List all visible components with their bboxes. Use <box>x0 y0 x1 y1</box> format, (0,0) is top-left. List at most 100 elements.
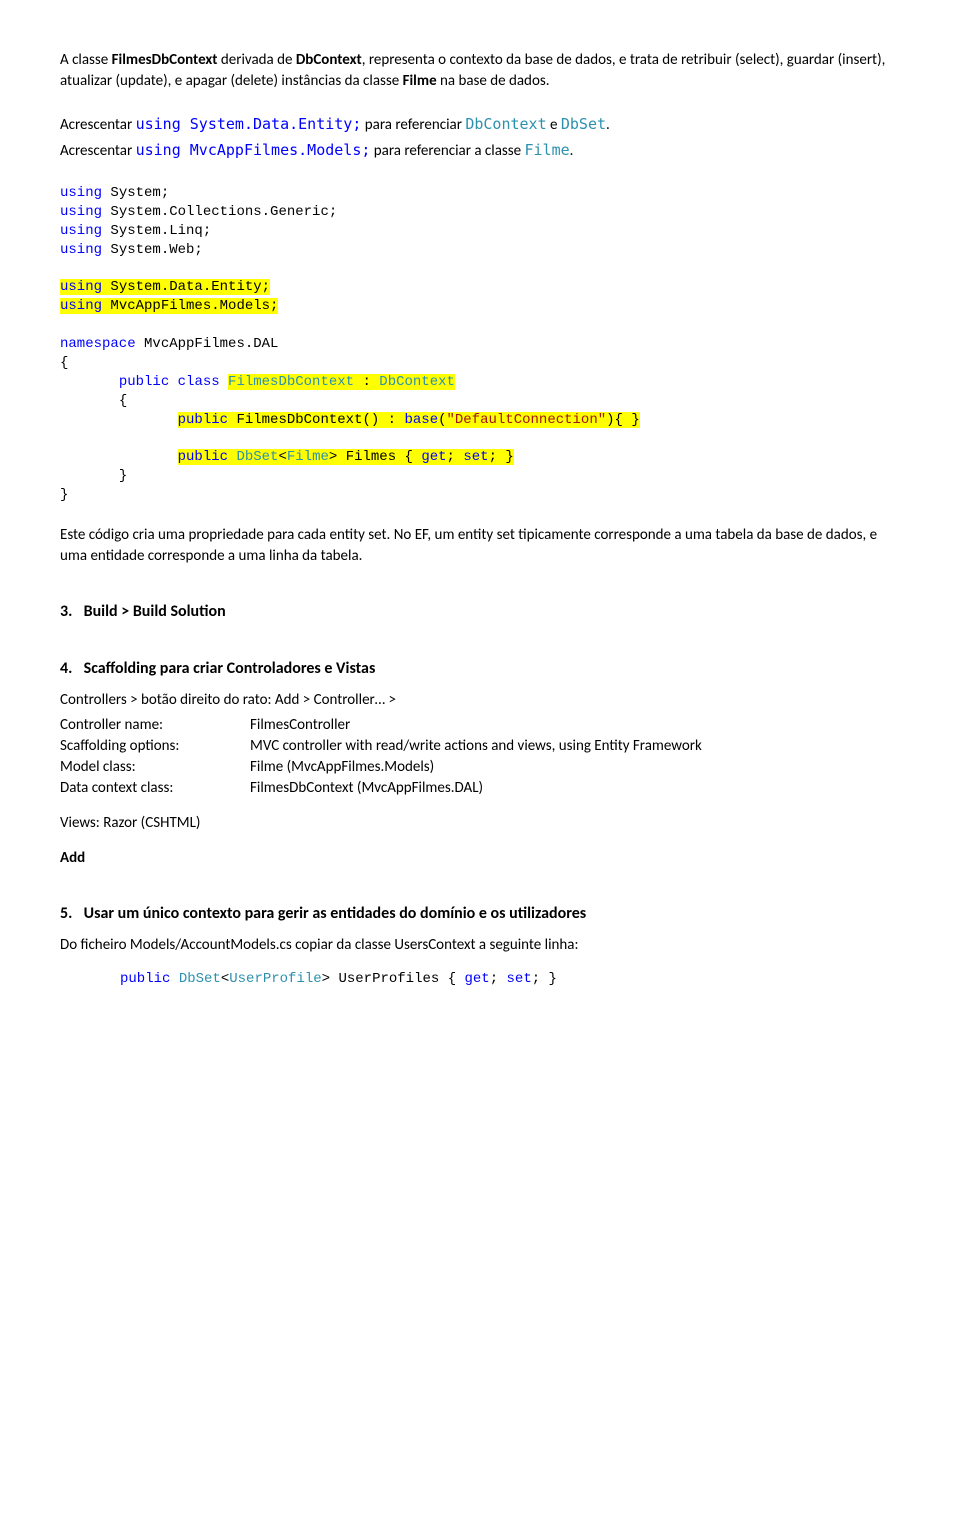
code-text: < <box>221 971 229 987</box>
intro-text: derivada de <box>217 51 295 69</box>
code-inline-type: DbSet <box>561 115 606 133</box>
kw-get: get <box>465 971 490 987</box>
after-code-paragraph: Este código cria uma propriedade para ca… <box>60 525 900 567</box>
code-text <box>170 971 178 987</box>
code-text: ( <box>438 412 446 428</box>
note-text: . <box>570 142 574 160</box>
kw-class: class <box>169 374 228 390</box>
section-number: 3. <box>60 601 80 623</box>
kw-base: base <box>404 412 438 428</box>
code-inline: using System.Data.Entity; <box>136 115 362 133</box>
code-text: System; <box>102 185 169 201</box>
code-text: < <box>278 449 286 465</box>
type-dbset: DbSet <box>236 449 278 465</box>
filmesdbcontext-name: FilmesDbContext <box>112 51 218 69</box>
code-block-userprofiles: public DbSet<UserProfile> UserProfiles {… <box>60 970 900 989</box>
type-filme: Filme <box>287 449 329 465</box>
code-inline-kw: using System.Data.Entity; <box>136 115 362 133</box>
kw-public: public <box>178 449 228 465</box>
table-row: Model class: Filme (MvcAppFilmes.Models) <box>60 757 900 778</box>
dbcontext-name: DbContext <box>296 51 362 69</box>
note-text: Acrescentar <box>60 142 136 160</box>
section-4-line1: Controllers > botão direito do rato: Add… <box>60 690 900 711</box>
code-text: ; } <box>532 971 557 987</box>
code-text: ; <box>490 971 507 987</box>
field-value: MVC controller with read/write actions a… <box>250 736 900 757</box>
intro-text: A classe <box>60 51 112 69</box>
code-text: System.Collections.Generic; <box>102 204 337 220</box>
type-userprofile: UserProfile <box>229 971 321 987</box>
kw-using: using <box>60 242 102 258</box>
highlight-classdecl: FilmesDbContext : DbContext <box>228 374 455 390</box>
field-value: FilmesController <box>250 715 900 736</box>
code-text: System.Linq; <box>102 223 211 239</box>
brace-open: { <box>119 393 127 409</box>
kw-using: using <box>60 223 102 239</box>
note-using-entity: Acrescentar using System.Data.Entity; pa… <box>60 114 900 136</box>
section-4-heading: 4. Scaffolding para criar Controladores … <box>60 658 900 680</box>
field-value: Filme (MvcAppFilmes.Models) <box>250 757 900 778</box>
filme-name: Filme <box>403 72 437 90</box>
note-text: para referenciar a classe <box>370 142 524 160</box>
note-text: . <box>606 116 610 134</box>
section-title: Scaffolding para criar Controladores e V… <box>84 659 376 678</box>
code-text: FilmesDbContext() : <box>228 412 404 428</box>
note-text: Acrescentar <box>60 116 136 134</box>
field-value: FilmesDbContext (MvcAppFilmes.DAL) <box>250 778 900 799</box>
note-text: para referenciar <box>361 116 465 134</box>
section-title: Build > Build Solution <box>84 602 226 621</box>
highlight-using-entity: using System.Data.Entity; <box>60 279 270 295</box>
table-row: Data context class: FilmesDbContext (Mvc… <box>60 778 900 799</box>
highlight-ctor: public FilmesDbContext() : base("Default… <box>178 412 640 428</box>
code-text: System.Data.Entity; <box>102 279 270 295</box>
string-literal: "DefaultConnection" <box>447 412 607 428</box>
field-label: Controller name: <box>60 715 250 736</box>
section-number: 4. <box>60 658 80 680</box>
kw-set: set <box>507 971 532 987</box>
intro-paragraph: A classe FilmesDbContext derivada de DbC… <box>60 50 900 92</box>
table-row: Controller name: FilmesController <box>60 715 900 736</box>
kw-get: get <box>421 449 446 465</box>
code-text: ; } <box>489 449 514 465</box>
kw-using: using <box>60 204 102 220</box>
highlight-dbset-prop: public DbSet<Filme> Filmes { get; set; } <box>178 449 514 465</box>
add-action: Add <box>60 848 900 869</box>
code-text: System.Web; <box>102 242 203 258</box>
kw-namespace: namespace <box>60 336 136 352</box>
code-inline: using MvcAppFilmes.Models; <box>136 141 371 159</box>
brace-open: { <box>60 355 68 371</box>
field-label: Scaffolding options: <box>60 736 250 757</box>
code-text: : <box>354 374 379 390</box>
code-text: MvcAppFilmes.DAL <box>136 336 279 352</box>
type-dbset: DbSet <box>179 971 221 987</box>
section-5-heading: 5. Usar um único contexto para gerir as … <box>60 903 900 925</box>
code-text: > UserProfiles { <box>322 971 465 987</box>
code-inline-type: Filme <box>525 141 570 159</box>
kw-using: using <box>60 185 102 201</box>
kw-public: public <box>119 374 169 390</box>
views-line: Views: Razor (CSHTML) <box>60 813 900 834</box>
field-label: Data context class: <box>60 778 250 799</box>
highlight-using-models: using MvcAppFilmes.Models; <box>60 298 278 314</box>
code-text: > Filmes { <box>329 449 421 465</box>
brace-close: } <box>119 468 127 484</box>
table-row: Scaffolding options: MVC controller with… <box>60 736 900 757</box>
code-block-filmesdbcontext: using System; using System.Collections.G… <box>60 184 900 505</box>
type-filmesdbcontext: FilmesDbContext <box>228 374 354 390</box>
section-title: Usar um único contexto para gerir as ent… <box>84 904 587 923</box>
intro-text: na base de dados. <box>437 72 550 90</box>
kw-using: using <box>60 298 102 314</box>
note-text: e <box>547 116 561 134</box>
code-text: MvcAppFilmes.Models; <box>102 298 278 314</box>
kw-public: public <box>120 971 170 987</box>
kw-using: using <box>60 279 102 295</box>
code-text: ; <box>447 449 464 465</box>
kw-set: set <box>463 449 488 465</box>
code-inline-type: DbContext <box>465 115 546 133</box>
kw-public: public <box>178 412 228 428</box>
note-using-models: Acrescentar using MvcAppFilmes.Models; p… <box>60 140 900 162</box>
code-inline-kw: using MvcAppFilmes.Models; <box>136 141 371 159</box>
section-5-line1: Do ficheiro Models/AccountModels.cs copi… <box>60 935 900 956</box>
code-text: ){ } <box>606 412 640 428</box>
field-label: Model class: <box>60 757 250 778</box>
